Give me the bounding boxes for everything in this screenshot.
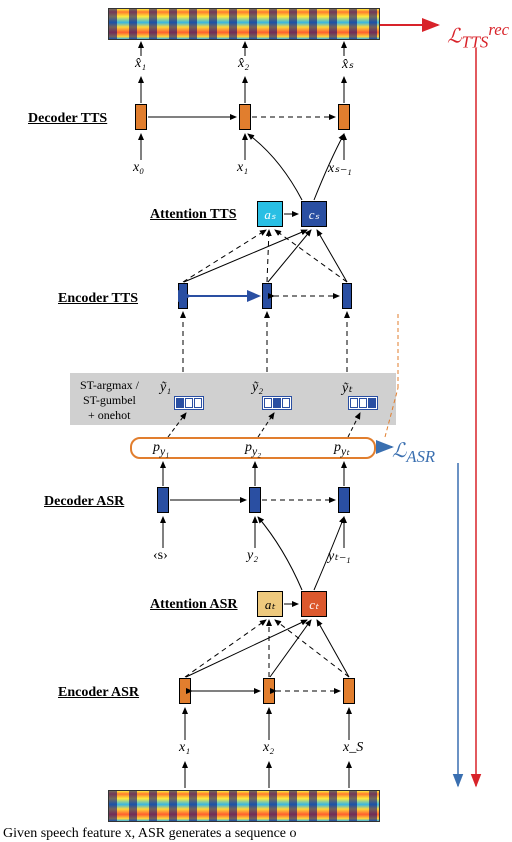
decoder-tts-cell <box>135 104 147 130</box>
var-ytilde-2: ỹ₂ <box>252 380 263 396</box>
var-x1: x₁ <box>237 160 248 176</box>
spectrogram-input <box>108 790 380 822</box>
layer-label-encoder-asr: Encoder ASR <box>58 685 139 701</box>
decoder-asr-cell <box>157 487 169 513</box>
var-xhat-s: x̂ₛ <box>342 56 353 73</box>
encoder-asr-cell <box>263 678 275 704</box>
attention-tts-a: aₛ <box>257 201 283 227</box>
decoder-asr-cell <box>249 487 261 513</box>
onehot-box <box>262 396 292 410</box>
loss-tts-label: ℒTTSrec <box>447 20 509 53</box>
encoder-asr-cell <box>343 678 355 704</box>
var-x2-bottom: x₂ <box>263 740 274 756</box>
decoder-asr-cell <box>338 487 350 513</box>
encoder-tts-cell <box>262 283 272 309</box>
var-xs-bottom: x_S <box>343 740 363 756</box>
sampling-text-1: ST-argmax / <box>80 378 139 393</box>
loss-asr-label: ℒASR <box>392 438 435 467</box>
var-xhat-1: x̂₁ <box>135 56 146 72</box>
var-py-2: py₂ <box>245 440 261 458</box>
sampling-text-3: + onehot <box>88 408 130 423</box>
attention-asr-c: cₜ <box>301 591 327 617</box>
var-ytilde-t: ỹₜ <box>342 380 352 397</box>
attention-tts-c: cₛ <box>301 201 327 227</box>
var-ytilde-1: ỹ₁ <box>160 380 171 396</box>
diagram-canvas: Given speech feature x, ASR generates a … <box>0 0 512 842</box>
var-py-t: pyₜ <box>334 440 350 458</box>
spectrogram-output <box>108 8 380 40</box>
layer-label-attention-asr: Attention ASR <box>150 597 238 613</box>
layer-label-decoder-tts: Decoder TTS <box>28 111 107 127</box>
layer-label-decoder-asr: Decoder ASR <box>44 494 124 510</box>
layer-label-attention-tts: Attention TTS <box>150 207 236 223</box>
var-xsm1: xₛ₋₁ <box>328 160 352 177</box>
onehot-box <box>348 396 378 410</box>
encoder-tts-cell <box>342 283 352 309</box>
layer-label-encoder-tts: Encoder TTS <box>58 291 138 307</box>
figure-caption: Given speech feature x, ASR generates a … <box>3 826 297 842</box>
onehot-box <box>174 396 204 410</box>
encoder-asr-cell <box>179 678 191 704</box>
var-start-token: ‹s› <box>153 548 168 564</box>
var-x0: x₀ <box>133 160 144 176</box>
encoder-tts-cell <box>178 283 188 309</box>
var-x1-bottom: x₁ <box>179 740 190 756</box>
decoder-tts-cell <box>239 104 251 130</box>
decoder-tts-cell <box>338 104 350 130</box>
var-y2: y₂ <box>247 548 258 564</box>
var-ytm1: yₜ₋₁ <box>328 548 351 565</box>
var-py-1: py₁ <box>153 440 169 458</box>
sampling-text-2: ST-gumbel <box>83 393 136 408</box>
attention-asr-a: aₜ <box>257 591 283 617</box>
var-xhat-2: x̂₂ <box>238 56 249 72</box>
